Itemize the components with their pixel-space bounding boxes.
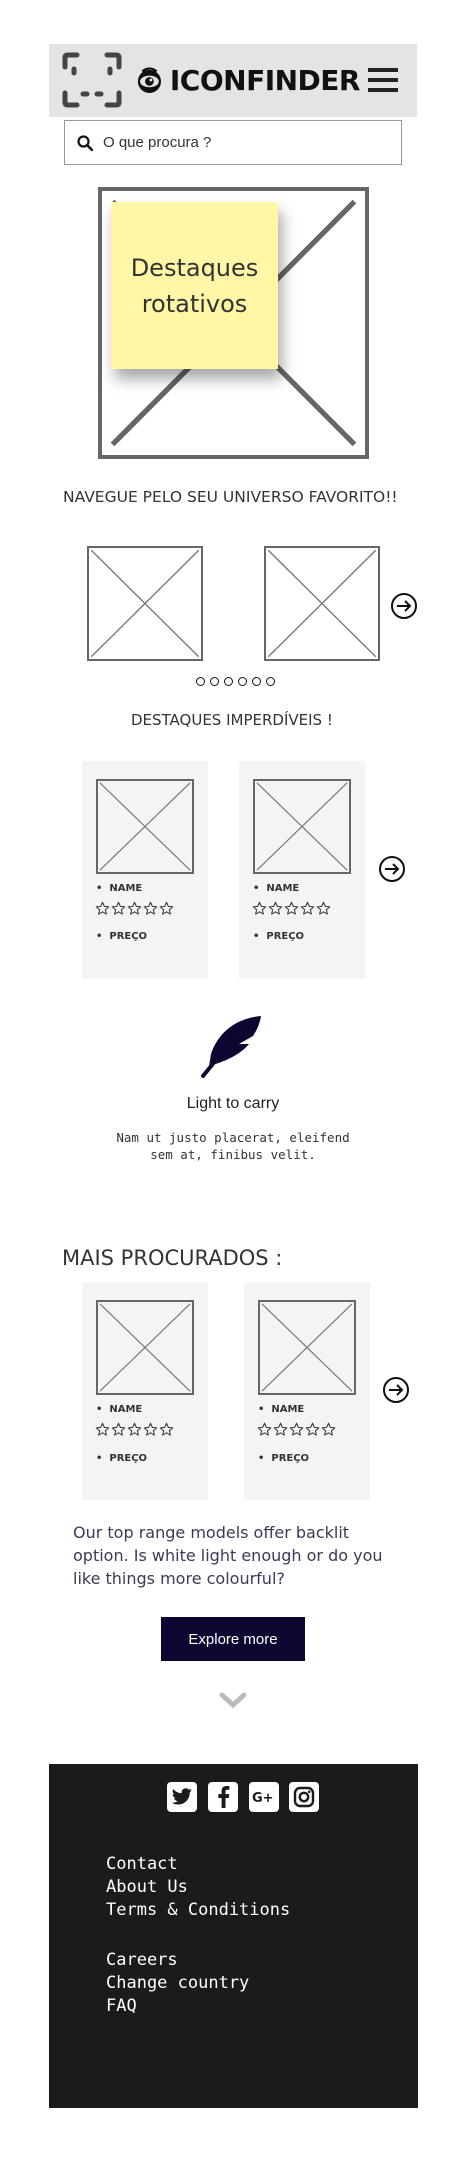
most-searched-heading: MAIS PROCURADOS :	[62, 1246, 283, 1270]
product-price: • PREÇO	[96, 1453, 148, 1464]
arrow-right-icon	[385, 863, 400, 875]
hamburger-menu-icon[interactable]	[368, 67, 398, 93]
star-icon[interactable]	[257, 1422, 272, 1442]
star-icon[interactable]	[268, 901, 283, 921]
rating-stars[interactable]	[95, 1422, 174, 1442]
star-icon[interactable]	[159, 901, 174, 921]
footer-link-faq[interactable]: FAQ	[106, 1996, 137, 2016]
highlights-heading: DESTAQUES IMPERDÍVEIS !	[131, 711, 333, 729]
explore-more-button[interactable]: Explore more	[161, 1617, 305, 1661]
most-searched-next-button[interactable]	[383, 1377, 409, 1403]
star-icon[interactable]	[300, 901, 315, 921]
brand-logo[interactable]: ICONFINDER	[135, 58, 361, 102]
star-icon[interactable]	[95, 1422, 110, 1442]
product-price: • PREÇO	[258, 1453, 310, 1464]
star-icon[interactable]	[127, 901, 142, 921]
star-icon[interactable]	[252, 901, 267, 921]
google-plus-icon[interactable]: G+	[249, 1782, 279, 1812]
carousel-dot[interactable]	[224, 677, 233, 686]
star-icon[interactable]	[289, 1422, 304, 1442]
star-icon[interactable]	[111, 1422, 126, 1442]
product-image	[253, 779, 351, 874]
instagram-icon[interactable]	[289, 1782, 319, 1812]
carousel-dot[interactable]	[252, 677, 261, 686]
product-image	[96, 1300, 194, 1395]
feature-title: Light to carry	[186, 1095, 280, 1112]
star-icon[interactable]	[143, 1422, 158, 1442]
eye-logo-icon	[137, 67, 161, 93]
product-name: • NAME	[96, 883, 143, 894]
brand-name: ICONFINDER	[169, 63, 361, 97]
feature-text: Nam ut justo placerat, eleifend sem at, …	[116, 1130, 350, 1162]
carousel-next-button[interactable]	[391, 593, 417, 619]
star-icon[interactable]	[321, 1422, 336, 1442]
star-icon[interactable]	[127, 1422, 142, 1442]
star-icon[interactable]	[143, 901, 158, 921]
rating-stars[interactable]	[252, 901, 331, 921]
footer-link-about[interactable]: About Us	[106, 1877, 188, 1897]
footer-link-contact[interactable]: Contact	[106, 1854, 178, 1874]
rating-stars[interactable]	[257, 1422, 336, 1442]
rating-stars[interactable]	[95, 901, 174, 921]
carousel-dot[interactable]	[196, 677, 205, 686]
product-card[interactable]: • NAME • PREÇO	[244, 1282, 370, 1500]
star-icon[interactable]	[95, 901, 110, 921]
product-card[interactable]: • NAME • PREÇO	[82, 1282, 208, 1500]
carousel-dot[interactable]	[210, 677, 219, 686]
product-card[interactable]: • NAME • PREÇO	[239, 761, 365, 979]
facebook-icon[interactable]	[208, 1782, 238, 1812]
product-name: • NAME	[253, 883, 300, 894]
product-price: • PREÇO	[96, 931, 148, 942]
chevron-down-icon[interactable]	[219, 1692, 247, 1710]
product-card[interactable]: • NAME • PREÇO	[82, 761, 208, 979]
search-bar	[64, 120, 402, 165]
footer-link-careers[interactable]: Careers	[106, 1950, 178, 1970]
twitter-icon[interactable]	[167, 1782, 197, 1812]
product-image	[258, 1300, 356, 1395]
scan-icon[interactable]	[61, 51, 123, 109]
product-name: • NAME	[96, 1404, 143, 1415]
arrow-right-icon	[397, 600, 412, 612]
product-name: • NAME	[258, 1404, 305, 1415]
carousel-dots	[196, 677, 275, 686]
footer-link-change-country[interactable]: Change country	[106, 1973, 249, 1993]
product-price: • PREÇO	[253, 931, 305, 942]
highlights-next-button[interactable]	[379, 856, 405, 882]
star-icon[interactable]	[284, 901, 299, 921]
star-icon[interactable]	[273, 1422, 288, 1442]
carousel-dot[interactable]	[238, 677, 247, 686]
feather-icon	[199, 1014, 265, 1080]
carousel-dot[interactable]	[266, 677, 275, 686]
footer: G+ Contact About Us Terms & Conditions C…	[49, 1764, 418, 2108]
browse-heading: NAVEGUE PELO SEU UNIVERSO FAVORITO!!	[63, 488, 398, 506]
carousel-item[interactable]	[264, 546, 380, 661]
search-input[interactable]	[101, 133, 375, 152]
search-icon	[77, 134, 93, 151]
star-icon[interactable]	[316, 901, 331, 921]
arrow-right-icon	[389, 1384, 404, 1396]
svg-text:G+: G+	[252, 1791, 274, 1805]
carousel-item[interactable]	[87, 546, 203, 661]
footer-link-terms[interactable]: Terms & Conditions	[106, 1900, 290, 1920]
promo-text: Our top range models offer backlit optio…	[73, 1523, 383, 1588]
star-icon[interactable]	[111, 901, 126, 921]
product-image	[96, 779, 194, 874]
star-icon[interactable]	[159, 1422, 174, 1442]
hero-sticky-note: Destaques rotativos	[111, 202, 278, 369]
star-icon[interactable]	[305, 1422, 320, 1442]
